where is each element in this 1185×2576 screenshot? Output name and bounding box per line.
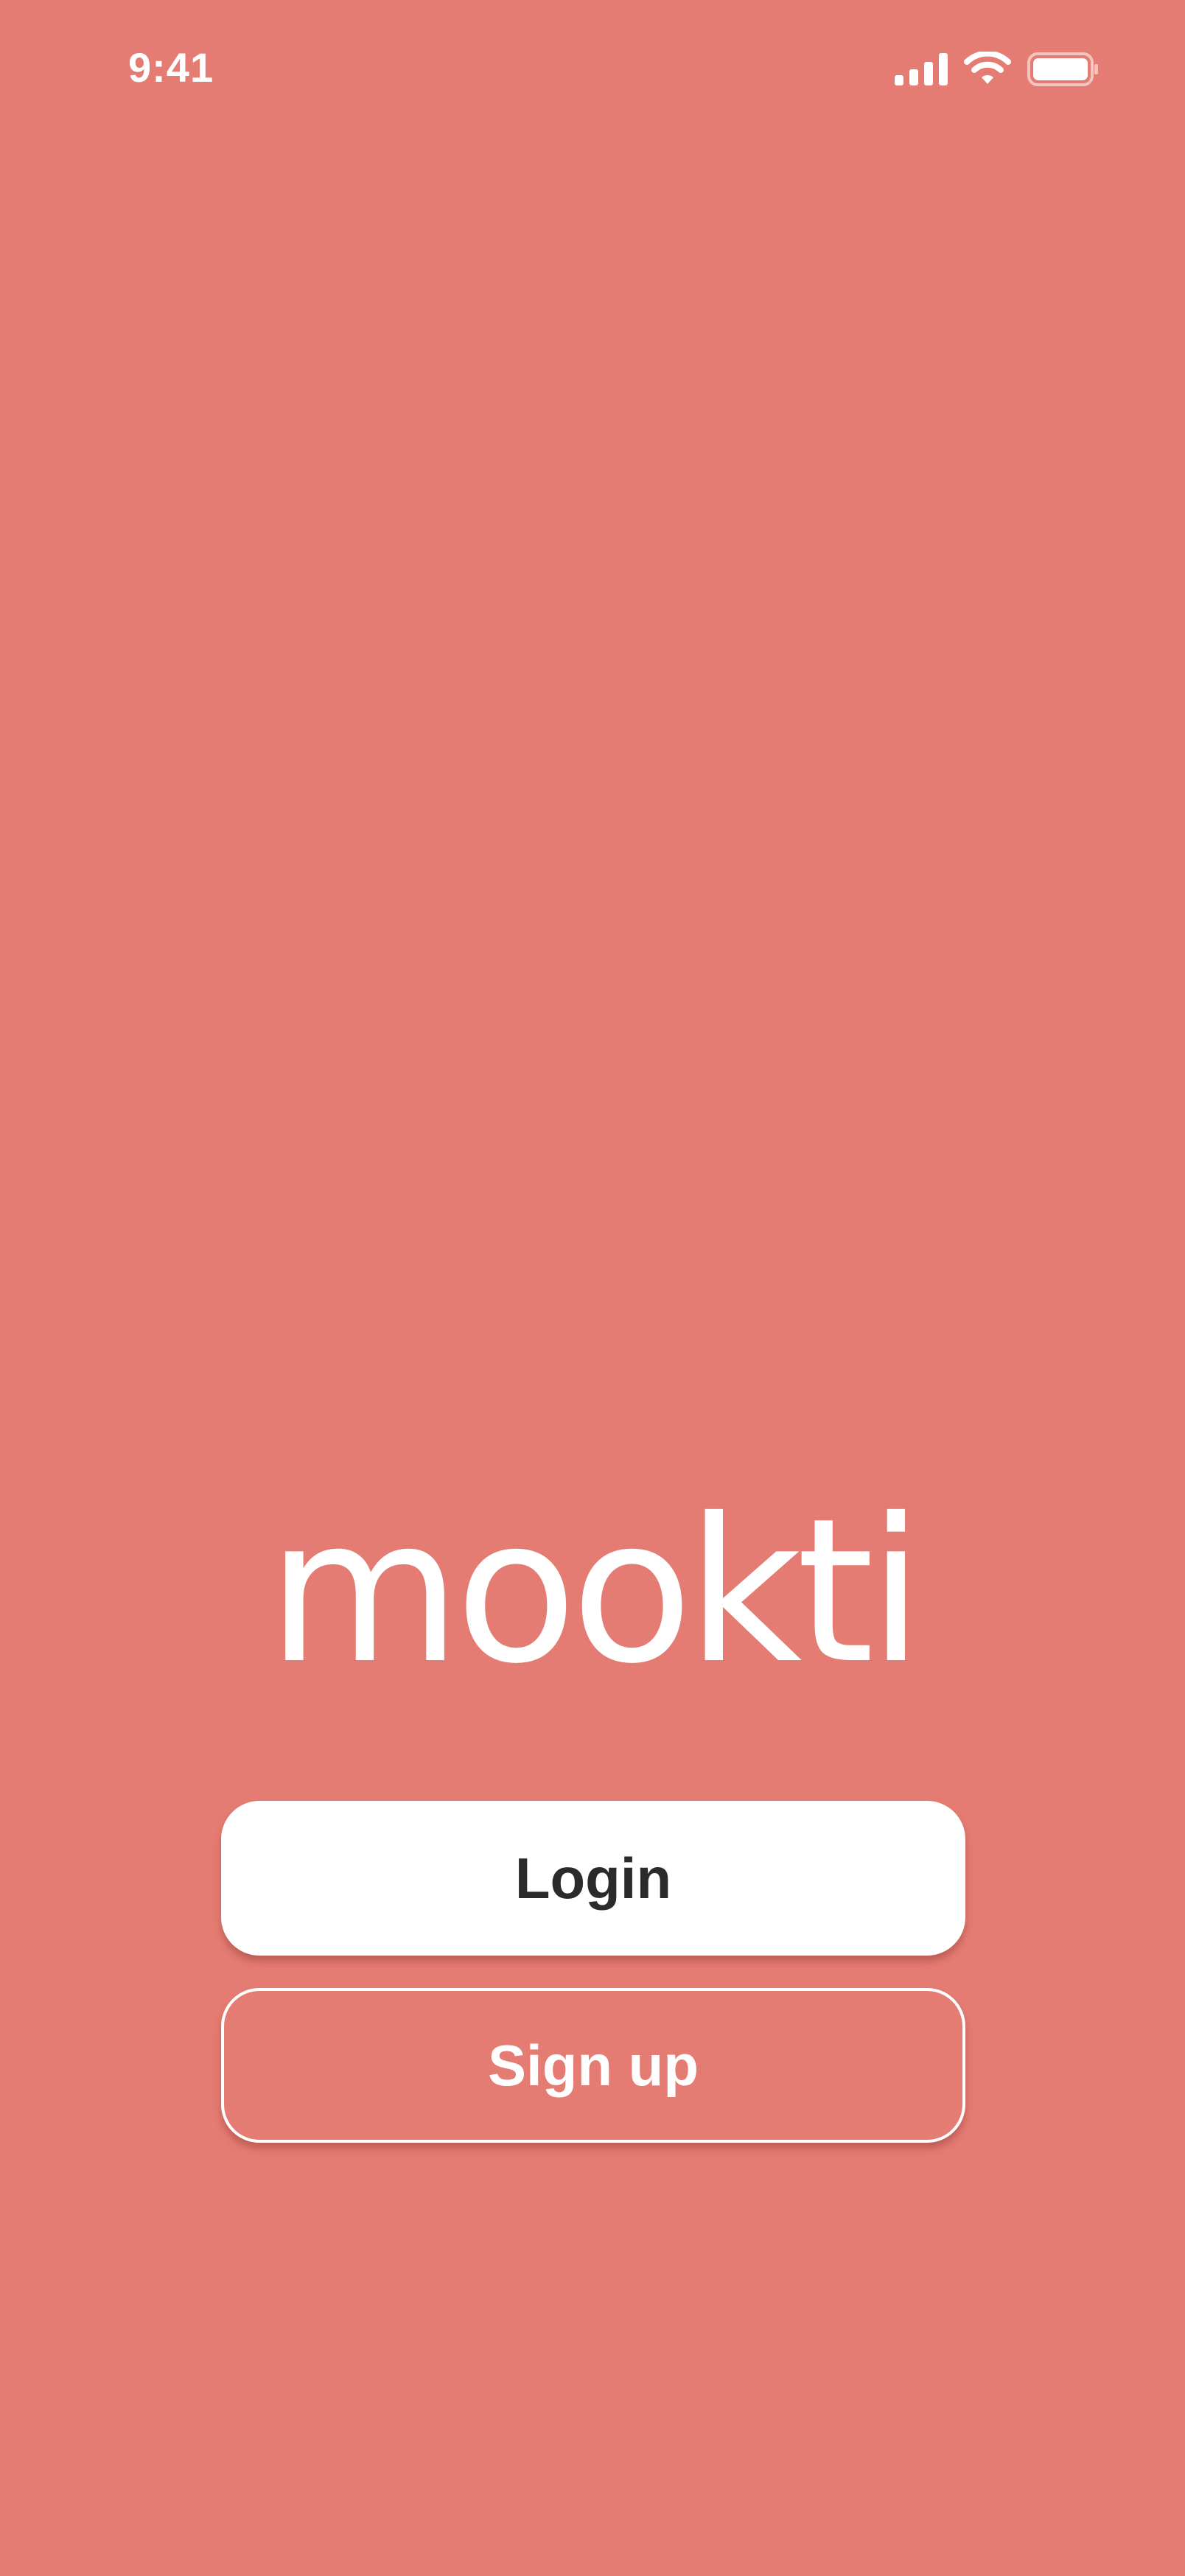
- cellular-signal-icon: [895, 53, 948, 85]
- app-logo: mookti: [267, 1475, 924, 1707]
- status-time: 9:41: [128, 44, 214, 91]
- battery-icon: [1027, 52, 1100, 86]
- login-button-label: Login: [514, 1845, 672, 1911]
- wifi-icon: [964, 52, 1011, 87]
- signup-button[interactable]: Sign up: [221, 1988, 965, 2143]
- login-button[interactable]: Login: [221, 1801, 965, 1956]
- status-icons: [895, 49, 1100, 90]
- status-bar: 9:41: [0, 0, 1185, 140]
- signup-button-label: Sign up: [488, 2032, 699, 2098]
